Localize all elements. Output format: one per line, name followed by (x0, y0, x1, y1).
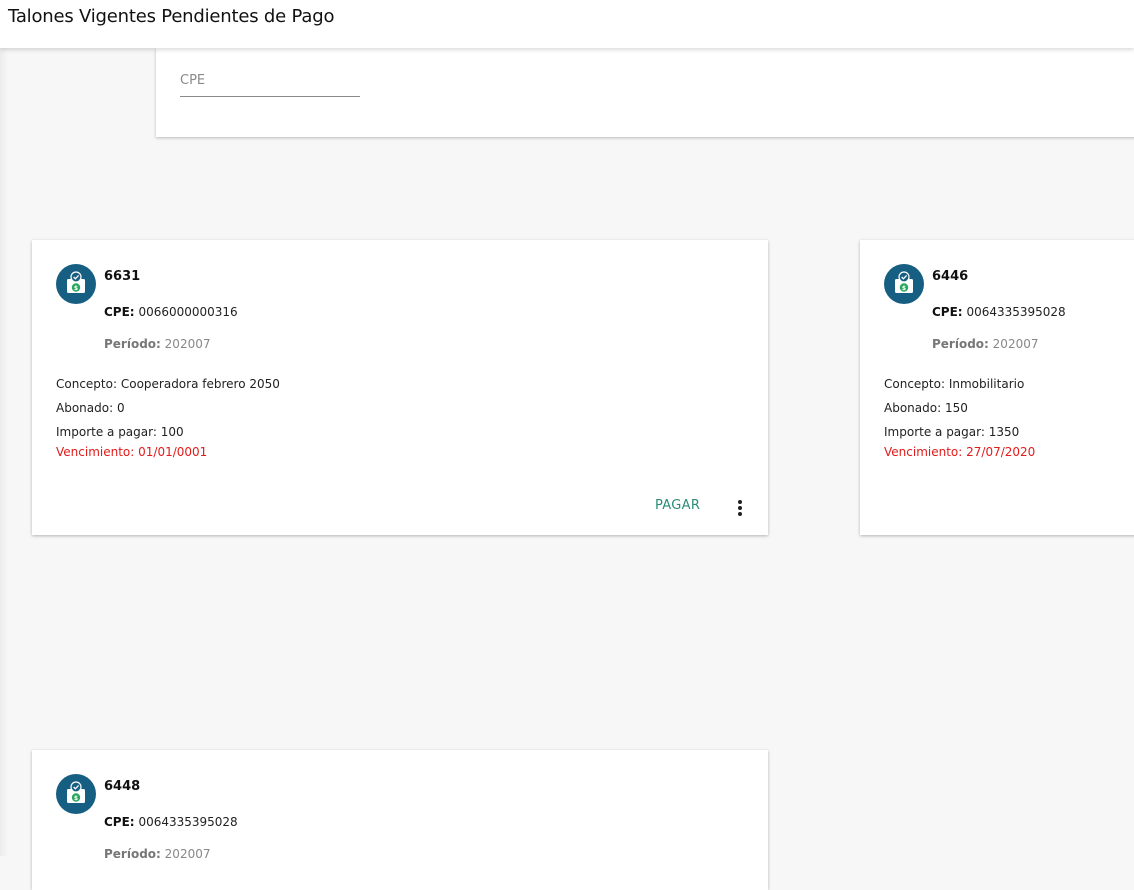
importe-row: Importe a pagar: 100 (56, 425, 184, 439)
concepto-value: Cooperadora febrero 2050 (120, 377, 280, 391)
cpe-label: CPE: (104, 305, 135, 319)
concepto-row: Concepto: Cooperadora febrero 2050 (56, 377, 280, 391)
importe-label: Importe a pagar: (884, 425, 985, 439)
concepto-row: Concepto: Inmobilitario (884, 377, 1024, 391)
periodo-value: 202007 (992, 337, 1039, 351)
cpe-label: CPE: (104, 815, 135, 829)
page-title: Talones Vigentes Pendientes de Pago (8, 6, 335, 27)
money-bag-check-icon: $ (56, 264, 96, 304)
abonado-value: 0 (116, 401, 125, 415)
periodo-label: Período: (104, 337, 161, 351)
periodo-row: Período: 202007 (104, 847, 210, 861)
sidebar-edge (0, 48, 8, 856)
vencimiento-label: Vencimiento: (884, 445, 963, 459)
abonado-row: Abonado: 150 (884, 401, 968, 415)
svg-text:$: $ (74, 285, 78, 292)
abonado-label: Abonado: (884, 401, 942, 415)
cpe-value: 0064335395028 (138, 815, 238, 829)
importe-value: 1350 (988, 425, 1020, 439)
talon-number: 6446 (932, 269, 969, 284)
vencimiento-row: Vencimiento: 27/07/2020 (884, 445, 1035, 459)
svg-text:$: $ (902, 285, 906, 292)
periodo-label: Período: (932, 337, 989, 351)
talon-number: 6448 (104, 779, 141, 794)
vencimiento-row: Vencimiento: 01/01/0001 (56, 445, 207, 459)
periodo-label: Período: (104, 847, 161, 861)
importe-value: 100 (160, 425, 184, 439)
filter-panel (156, 48, 1134, 137)
cpe-row: CPE: 0064335395028 (104, 815, 238, 829)
periodo-value: 202007 (164, 337, 211, 351)
cpe-row: CPE: 0064335395028 (932, 305, 1066, 319)
vencimiento-label: Vencimiento: (56, 445, 135, 459)
talon-card: $ 6446 CPE: 0064335395028 Período: 20200… (860, 240, 1134, 535)
concepto-label: Concepto: (884, 377, 946, 391)
top-toolbar: Talones Vigentes Pendientes de Pago (0, 0, 1134, 48)
cpe-search-input[interactable] (180, 68, 360, 97)
money-bag-check-icon: $ (56, 774, 96, 814)
abonado-row: Abonado: 0 (56, 401, 125, 415)
periodo-row: Período: 202007 (104, 337, 210, 351)
cpe-value: 0064335395028 (966, 305, 1066, 319)
cpe-row: CPE: 0066000000316 (104, 305, 238, 319)
svg-text:$: $ (74, 795, 78, 802)
importe-row: Importe a pagar: 1350 (884, 425, 1019, 439)
pay-button[interactable]: PAGAR (655, 498, 700, 513)
abonado-value: 150 (944, 401, 968, 415)
more-vert-icon[interactable] (732, 500, 748, 520)
concepto-label: Concepto: (56, 377, 118, 391)
talon-card: $ 6448 CPE: 0064335395028 Período: 20200… (32, 750, 768, 890)
cpe-value: 0066000000316 (138, 305, 238, 319)
importe-label: Importe a pagar: (56, 425, 157, 439)
abonado-label: Abonado: (56, 401, 114, 415)
vencimiento-value: 01/01/0001 (138, 445, 208, 459)
talon-number: 6631 (104, 269, 141, 284)
concepto-value: Inmobilitario (948, 377, 1025, 391)
periodo-value: 202007 (164, 847, 211, 861)
money-bag-check-icon: $ (884, 264, 924, 304)
vencimiento-value: 27/07/2020 (966, 445, 1036, 459)
talon-card: $ 6631 CPE: 0066000000316 Período: 20200… (32, 240, 768, 535)
cpe-label: CPE: (932, 305, 963, 319)
periodo-row: Período: 202007 (932, 337, 1038, 351)
